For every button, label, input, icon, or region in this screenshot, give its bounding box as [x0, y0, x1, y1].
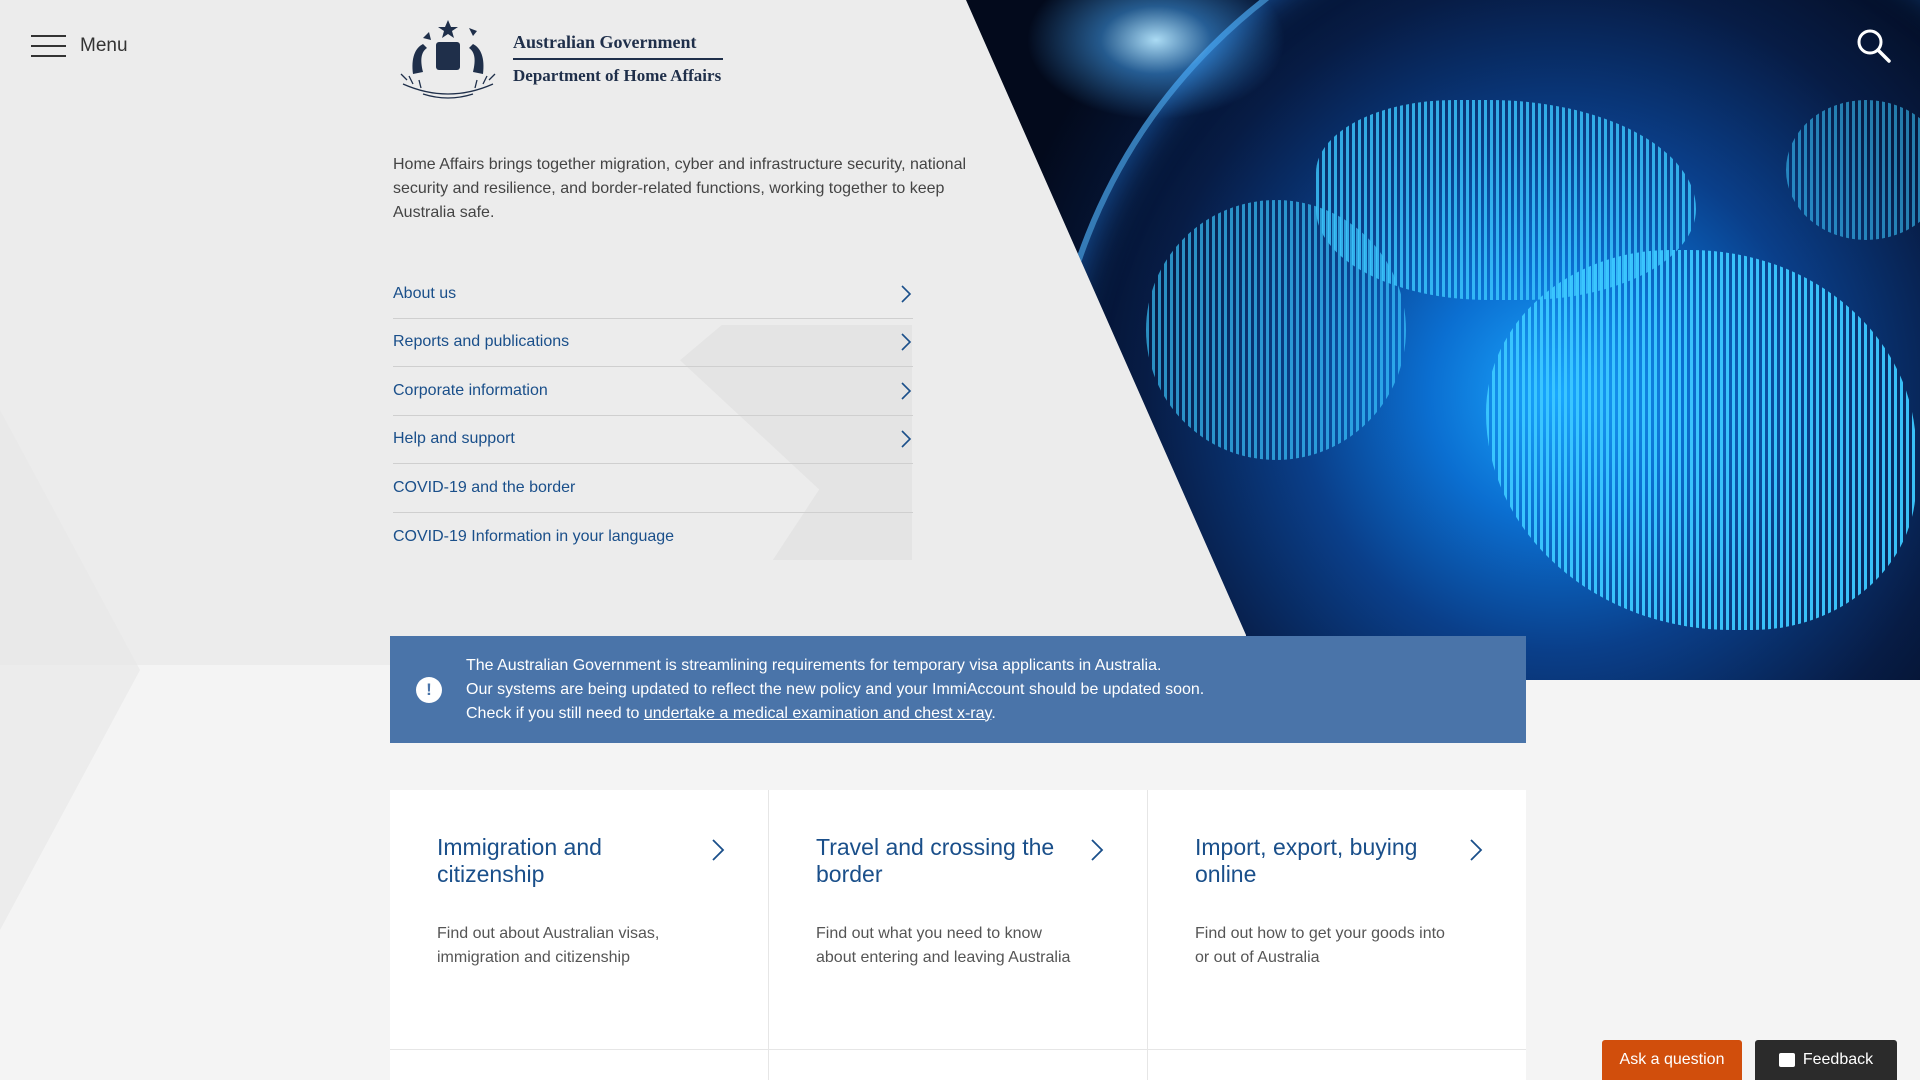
alert-text: The Australian Government is streamlinin… — [466, 654, 1204, 726]
logo-text: Australian Government Department of Home… — [513, 32, 723, 86]
alert-line-2: Our systems are being updated to reflect… — [466, 680, 1205, 698]
quick-link-corporate[interactable]: Corporate information — [393, 367, 913, 416]
feedback-label: Feedback — [1802, 1051, 1874, 1068]
quick-link-label: About us — [393, 284, 457, 302]
search-icon — [1857, 29, 1891, 63]
card-title: Travel and crossing the border — [816, 834, 1055, 887]
quick-link-covid-border[interactable]: COVID-19 and the border — [393, 464, 913, 513]
quick-link-label: Help and support — [393, 430, 515, 448]
alert-line-1: The Australian Government is streamlinin… — [466, 656, 1162, 674]
card-title: Immigration and citizenship — [437, 834, 602, 887]
chevron-right-icon — [901, 382, 912, 400]
feedback-button[interactable]: Feedback — [1755, 1040, 1897, 1080]
quick-link-reports[interactable]: Reports and publications — [393, 319, 913, 367]
card-description: Find out how to get your goods into or o… — [1195, 925, 1445, 966]
ask-question-button[interactable]: Ask a question — [1602, 1040, 1742, 1080]
quick-link-about-us[interactable]: About us — [393, 270, 913, 319]
card-description: Find out what you need to know about ent… — [816, 925, 1071, 966]
quick-link-label: COVID-19 Information in your language — [393, 527, 675, 545]
alert-line-3-prefix: Check if you still need to — [466, 704, 644, 722]
intro-text: Home Affairs brings together migration, … — [393, 156, 967, 221]
card-import-export[interactable]: Import, export, buying online Find out h… — [1148, 790, 1526, 1080]
medical-exam-link[interactable]: undertake a medical examination and ches… — [644, 705, 991, 722]
quick-link-label: Corporate information — [393, 381, 548, 399]
alert-banner: ! The Australian Government is streamlin… — [390, 636, 1526, 743]
logo-line-1: Australian Government — [513, 32, 723, 60]
chevron-right-icon — [901, 285, 912, 303]
alert-line-3-suffix: . — [991, 704, 996, 722]
site-logo[interactable]: Australian Government Department of Home… — [393, 18, 723, 100]
quick-link-label: Reports and publications — [393, 333, 570, 351]
alert-icon: ! — [416, 676, 442, 703]
chevron-right-icon — [712, 839, 725, 861]
menu-label: Menu — [80, 35, 128, 56]
card-divider — [1148, 1049, 1526, 1050]
quick-link-help[interactable]: Help and support — [393, 416, 913, 464]
quick-link-label: COVID-19 and the border — [393, 478, 576, 496]
light-flare — [1026, 0, 1286, 120]
alert-line-3: Check if you still need to undertake a m… — [466, 702, 1204, 726]
quick-link-covid-language[interactable]: COVID-19 Information in your language — [393, 513, 913, 562]
feedback-icon — [1778, 1053, 1795, 1067]
chevron-right-icon — [901, 430, 912, 448]
card-travel[interactable]: Travel and crossing the border Find out … — [769, 790, 1148, 1080]
card-description: Find out about Australian visas, immigra… — [437, 925, 660, 966]
card-immigration[interactable]: Immigration and citizenship Find out abo… — [390, 790, 769, 1080]
search-button[interactable] — [1856, 28, 1892, 64]
topic-cards: Immigration and citizenship Find out abo… — [390, 790, 1526, 1080]
menu-button[interactable]: Menu — [31, 35, 128, 57]
chevron-right-icon — [1091, 839, 1104, 861]
card-divider — [769, 1049, 1147, 1050]
card-title: Import, export, buying online — [1195, 834, 1418, 887]
chevron-right-icon — [1470, 839, 1483, 861]
map-south-east-asia — [1146, 200, 1406, 460]
quick-links-list: About us Reports and publications Corpor… — [393, 270, 913, 561]
hamburger-icon — [31, 35, 66, 57]
chevron-right-icon — [901, 333, 912, 351]
coat-of-arms-icon — [400, 20, 496, 99]
logo-line-2: Department of Home Affairs — [513, 66, 722, 85]
card-divider — [390, 1049, 768, 1050]
